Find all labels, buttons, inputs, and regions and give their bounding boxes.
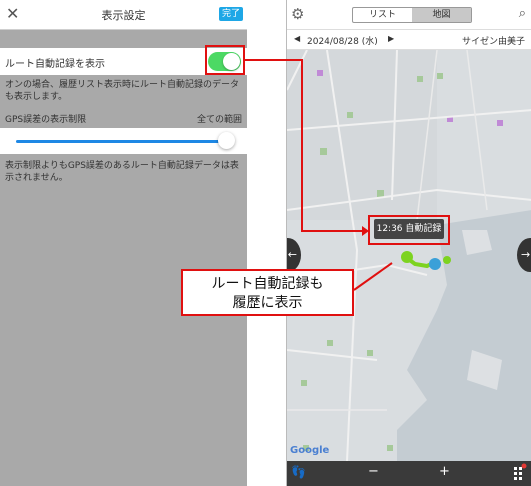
footprints-icon[interactable]: 👣 (291, 465, 306, 479)
gear-icon[interactable]: ⚙ (291, 5, 304, 23)
next-date-icon[interactable]: ▶ (388, 34, 394, 43)
callout-line-2: 履歴に表示 (232, 295, 303, 311)
user-name[interactable]: サイゼン由美子 (462, 34, 525, 47)
gps-limit-value: 全ての範囲 (196, 115, 242, 125)
map-view[interactable] (287, 50, 531, 461)
route-description: オンの場合、履歴リスト表示時にルート自動記録のデータも表示します。 (5, 80, 240, 102)
map-header: ⚙ リスト 地図 ⌕ (287, 0, 531, 30)
date-label[interactable]: 2024/08/28 (水) (307, 34, 378, 47)
gps-description: 表示制限よりもGPS誤差のあるルート自動記録データは表示されません。 (5, 161, 239, 183)
tab-map[interactable]: 地図 (412, 8, 471, 22)
settings-header: ✕ 表示設定 完了 (0, 0, 247, 30)
settings-title: 表示設定 (101, 9, 146, 22)
done-button[interactable]: 完了 (218, 7, 243, 21)
location-marker-icon[interactable] (429, 258, 441, 270)
route-toggle-label: ルート自動記録を表示 (5, 59, 105, 70)
annotation-callout: ルート自動記録も 履歴に表示 (181, 269, 354, 316)
route-marker-icon[interactable] (401, 251, 413, 263)
gps-limit-label: GPS誤差の表示制限 (5, 115, 87, 125)
toggle-highlight-box (205, 45, 245, 75)
screenshot-stage: ✕ 表示設定 完了 ルート自動記録を表示 オンの場合、履歴リスト表示時にルート自… (0, 0, 531, 486)
date-bar: ◀ 2024/08/28 (水) ▶ サイゼン由美子 (287, 30, 531, 50)
google-attribution: Google (290, 445, 330, 456)
search-icon[interactable]: ⌕ (519, 6, 526, 21)
zoom-out-button[interactable]: − (368, 464, 379, 479)
callout-line-1: ルート自動記録も (211, 276, 324, 292)
prev-date-icon[interactable]: ◀ (294, 34, 300, 43)
gps-slider-thumb[interactable] (218, 132, 235, 149)
tab-list[interactable]: リスト (353, 8, 412, 22)
gps-slider-track[interactable] (16, 140, 221, 143)
gps-slider-row (0, 128, 247, 154)
view-segmented-control: リスト 地図 (352, 7, 472, 23)
tooltip-highlight-box (368, 215, 450, 245)
list-menu-icon[interactable] (513, 463, 527, 483)
map-toolbar: 👣 − + (287, 461, 531, 486)
zoom-in-button[interactable]: + (439, 464, 450, 479)
